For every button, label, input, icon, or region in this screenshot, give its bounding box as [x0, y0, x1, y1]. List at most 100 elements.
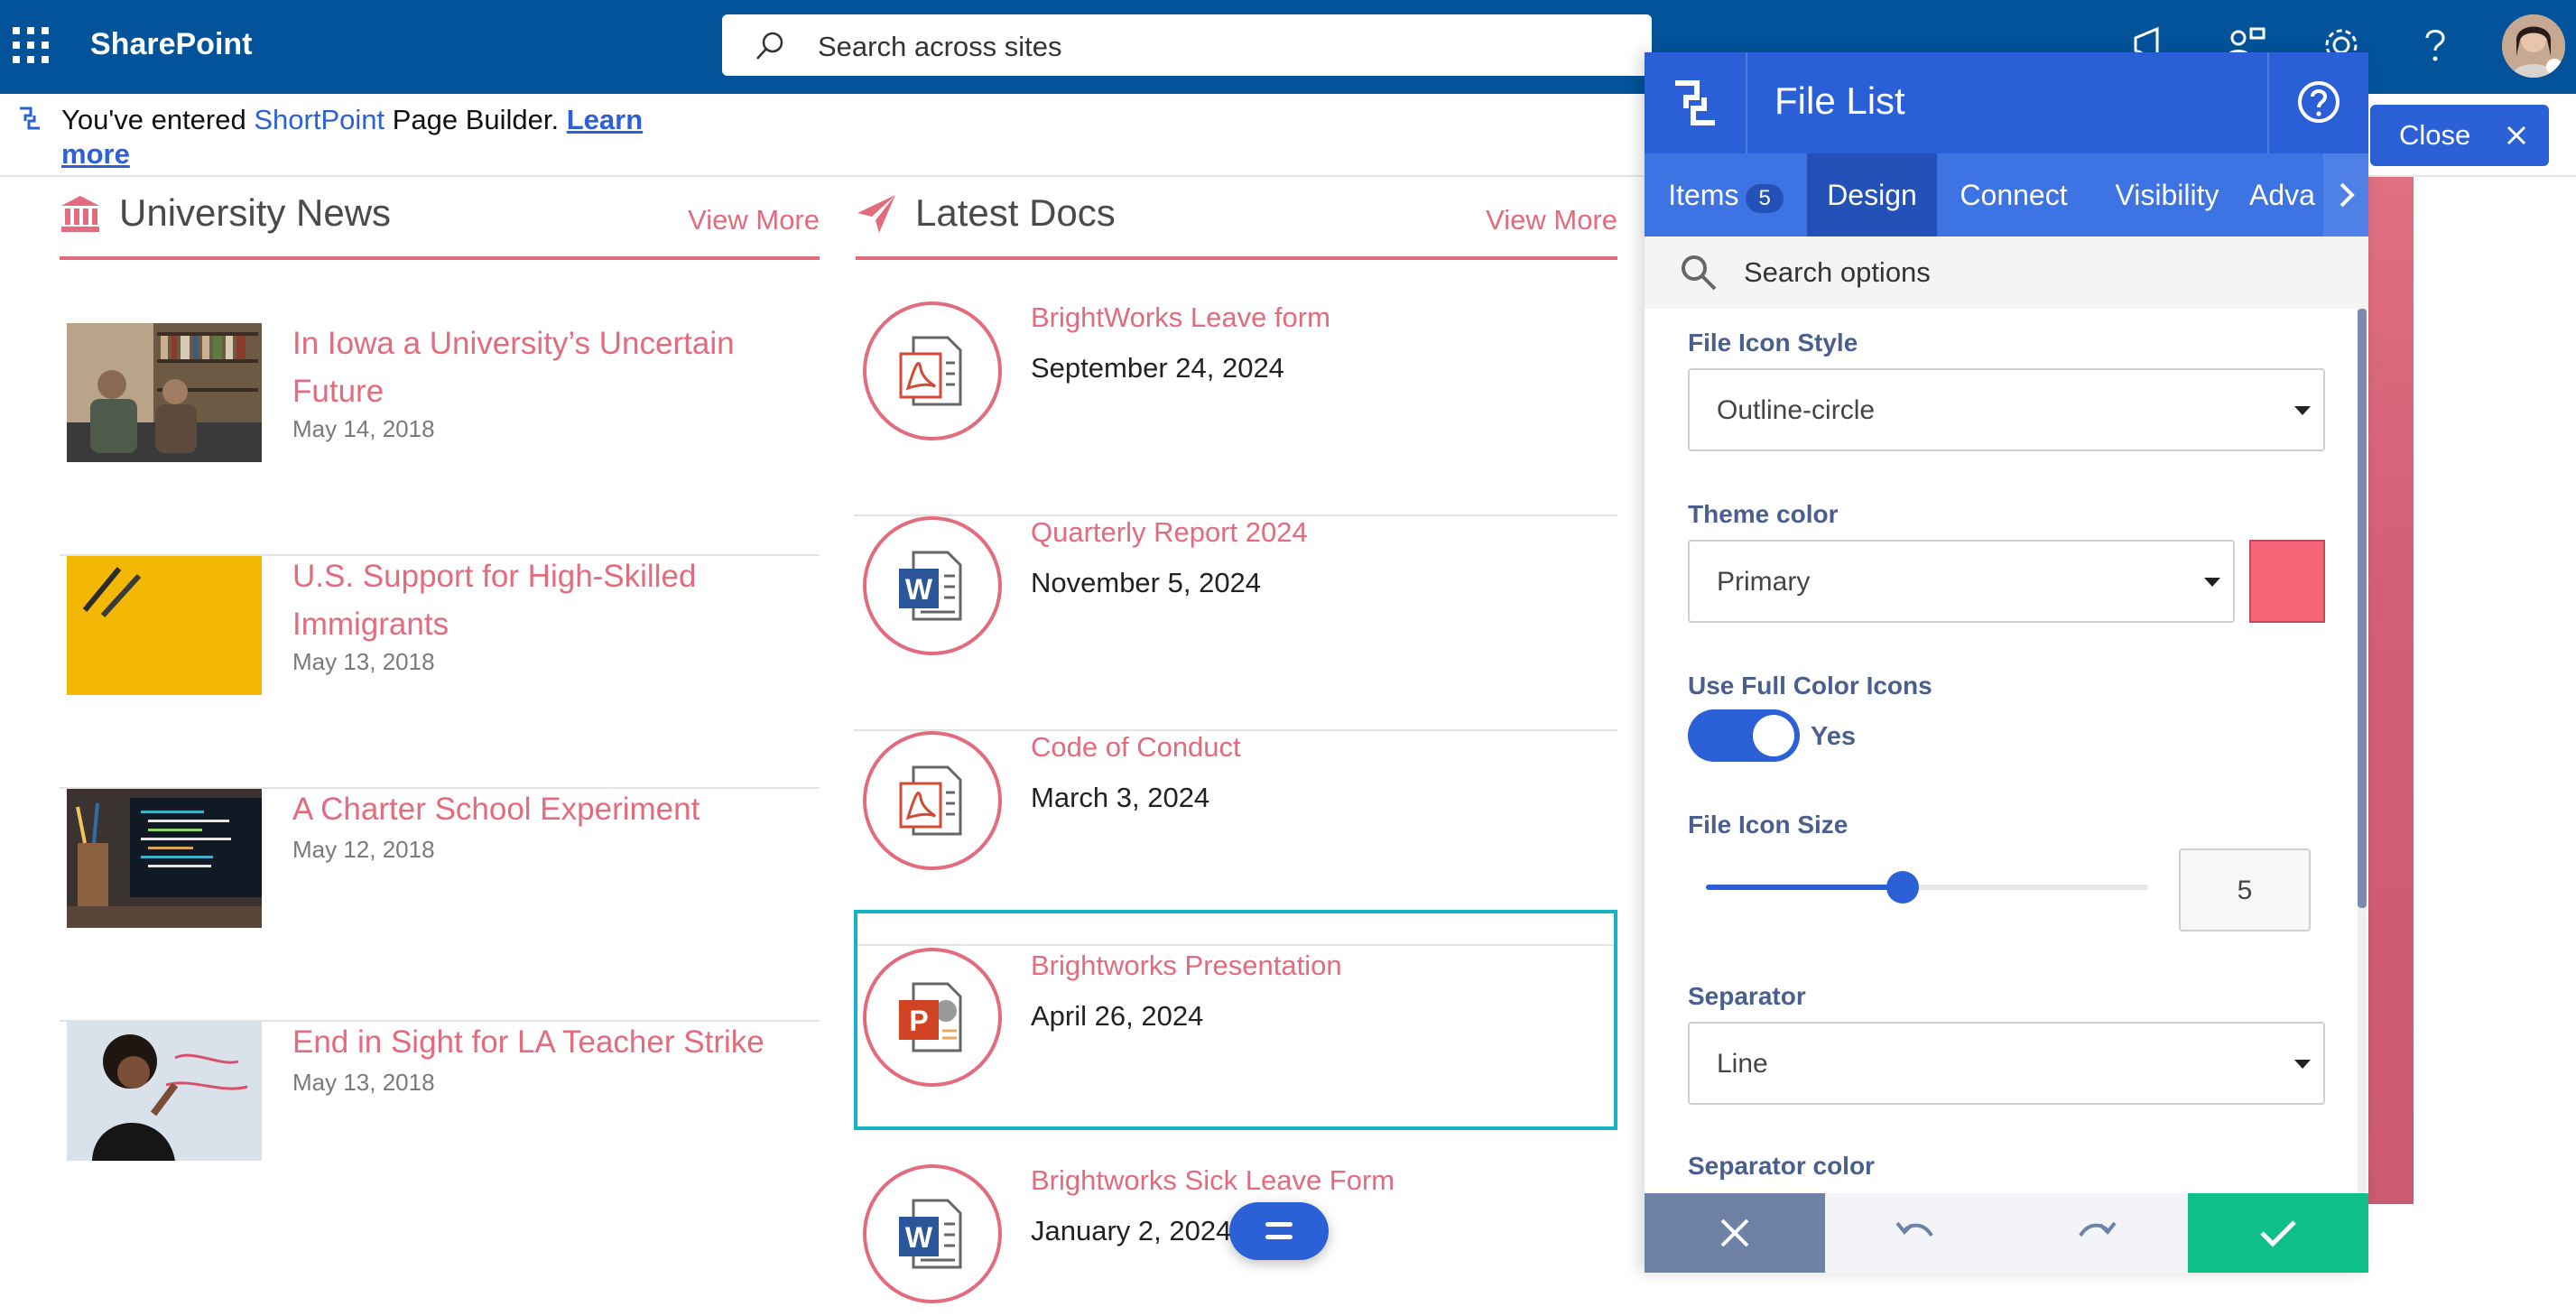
- app-title[interactable]: SharePoint: [90, 27, 252, 62]
- word-icon: W: [899, 551, 962, 621]
- shortpoint-logo-icon: [1675, 80, 1715, 125]
- undo-button[interactable]: [1825, 1193, 2006, 1273]
- doc-list-item[interactable]: W Quarterly Report 2024 November 5, 2024: [854, 516, 1617, 731]
- latest-docs-header: Latest Docs View More: [856, 186, 1617, 260]
- docs-view-more-link[interactable]: View More: [1486, 204, 1617, 236]
- file-icon-size-slider-fill: [1706, 885, 1903, 890]
- panel-title: File List: [1774, 79, 1905, 122]
- tabs-scroll-right-button[interactable]: [2323, 153, 2368, 236]
- app-launcher-icon[interactable]: [13, 27, 49, 63]
- separator-color-label: Separator color: [1688, 1152, 1875, 1180]
- tab-design-label: Design: [1827, 179, 1917, 211]
- apply-button[interactable]: [2188, 1193, 2368, 1273]
- info-message: You've entered ShortPoint Page Builder. …: [61, 103, 693, 171]
- tab-visibility-label: Visibility: [2115, 179, 2219, 211]
- pdf-icon: [899, 765, 962, 836]
- paper-plane-icon: [857, 195, 895, 233]
- undo-icon: [1895, 1221, 1933, 1237]
- powerpoint-icon: P: [899, 982, 962, 1052]
- search-icon: [756, 32, 783, 60]
- doc-title[interactable]: BrightWorks Leave form: [1031, 301, 1330, 334]
- news-date: May 12, 2018: [292, 836, 435, 863]
- svg-text:P: P: [909, 1005, 928, 1037]
- doc-date: March 3, 2024: [1031, 782, 1210, 813]
- news-title[interactable]: U.S. Support for High-Skilled Immigrants: [292, 552, 798, 648]
- doc-date: November 5, 2024: [1031, 567, 1262, 598]
- close-icon: [1720, 1219, 1749, 1247]
- doc-list-item-selected[interactable]: P Brightworks Presentation April 26, 202…: [854, 910, 1617, 1130]
- doc-title[interactable]: Brightworks Presentation: [1031, 950, 1342, 982]
- pdf-icon: [899, 336, 962, 406]
- doc-date: January 2, 2024: [1031, 1215, 1232, 1246]
- info-prefix: You've entered: [61, 104, 255, 135]
- full-color-icons-toggle[interactable]: [1688, 709, 1800, 762]
- options-search-placeholder: Search options: [1744, 256, 1931, 288]
- file-icon-size-value: 5: [2237, 876, 2253, 905]
- site-search-placeholder: Search across sites: [818, 31, 1062, 62]
- tab-design[interactable]: Design: [1807, 153, 1937, 236]
- panel-footer: [1645, 1193, 2368, 1273]
- tab-connect[interactable]: Connect: [1937, 153, 2090, 236]
- news-list-item[interactable]: In Iowa a University’s Uncertain Future …: [60, 323, 820, 556]
- theme-color-swatch[interactable]: [2249, 540, 2325, 623]
- news-list-item[interactable]: End in Sight for LA Teacher Strike May 1…: [60, 1022, 820, 1255]
- close-builder-button[interactable]: Close: [2370, 105, 2549, 166]
- chevron-down-icon: [2294, 406, 2311, 415]
- panel-scrollbar-thumb[interactable]: [2358, 309, 2367, 908]
- file-icon-size-slider-handle[interactable]: [1886, 871, 1919, 904]
- news-list-item[interactable]: A Charter School Experiment May 12, 2018: [60, 789, 820, 1022]
- chevron-down-icon: [2294, 1060, 2311, 1069]
- redo-button[interactable]: [2006, 1193, 2188, 1273]
- chevron-down-icon: [2204, 578, 2220, 587]
- page-builder-menu-button[interactable]: [1229, 1202, 1329, 1260]
- news-title[interactable]: A Charter School Experiment: [292, 785, 798, 833]
- news-list-item[interactable]: U.S. Support for High-Skilled Immigrants…: [60, 556, 820, 789]
- search-icon: [1682, 255, 1717, 291]
- file-icon-style-label: File Icon Style: [1688, 329, 1858, 357]
- university-news-header: University News View More: [60, 186, 820, 260]
- tab-visibility[interactable]: Visibility: [2090, 153, 2244, 236]
- close-icon: [2507, 125, 2526, 145]
- separator-select[interactable]: Line: [1688, 1022, 2325, 1105]
- chevron-right-icon: [2340, 182, 2355, 208]
- news-thumbnail: [67, 1022, 262, 1161]
- news-title[interactable]: In Iowa a University’s Uncertain Future: [292, 320, 798, 415]
- file-icon-size-label: File Icon Size: [1688, 811, 1849, 839]
- news-date: May 13, 2018: [292, 648, 435, 675]
- options-search-box[interactable]: Search options: [1645, 236, 2368, 309]
- file-icon-circle: [863, 731, 1002, 870]
- news-title[interactable]: End in Sight for LA Teacher Strike: [292, 1018, 798, 1066]
- tab-items[interactable]: Items 5: [1645, 153, 1807, 236]
- university-building-icon: [61, 196, 99, 232]
- panel-tabs: Items 5 Design Connect Visibility Adva: [1645, 153, 2368, 236]
- separator-value: Line: [1717, 1049, 1768, 1079]
- checkmark-icon: [2260, 1220, 2296, 1247]
- theme-color-label: Theme color: [1688, 500, 1839, 528]
- panel-header[interactable]: File List: [1645, 52, 2368, 153]
- file-icon-circle: P: [863, 948, 1002, 1087]
- doc-date: September 24, 2024: [1031, 352, 1284, 384]
- doc-list-item[interactable]: BrightWorks Leave form September 24, 202…: [854, 301, 1617, 516]
- file-icon-size-input[interactable]: 5: [2179, 848, 2311, 931]
- file-icon-style-select[interactable]: Outline-circle: [1688, 368, 2325, 451]
- help-circle-icon[interactable]: [2296, 79, 2341, 125]
- separator-label: Separator: [1688, 982, 1806, 1010]
- doc-title[interactable]: Code of Conduct: [1031, 731, 1241, 764]
- theme-color-select[interactable]: Primary: [1688, 540, 2235, 623]
- doc-title[interactable]: Brightworks Sick Leave Form: [1031, 1164, 1395, 1197]
- site-search-box[interactable]: Search across sites: [722, 14, 1652, 76]
- user-avatar[interactable]: [2502, 14, 2565, 78]
- element-settings-panel: File List Items 5 Design Connect Visibili…: [1645, 52, 2368, 1273]
- items-count-badge: 5: [1746, 184, 1784, 213]
- product-name: ShortPoint: [254, 104, 385, 135]
- help-question-icon[interactable]: [2412, 22, 2459, 69]
- shortpoint-logo-icon: [20, 107, 40, 130]
- news-thumbnail: [67, 789, 262, 928]
- discard-button[interactable]: [1645, 1193, 1825, 1273]
- doc-title[interactable]: Quarterly Report 2024: [1031, 516, 1308, 549]
- news-thumbnail: [67, 323, 262, 462]
- university-news-title: University News: [119, 191, 392, 234]
- news-date: May 13, 2018: [292, 1069, 435, 1096]
- tab-advanced-label: Adva: [2249, 179, 2315, 211]
- news-view-more-link[interactable]: View More: [688, 204, 820, 236]
